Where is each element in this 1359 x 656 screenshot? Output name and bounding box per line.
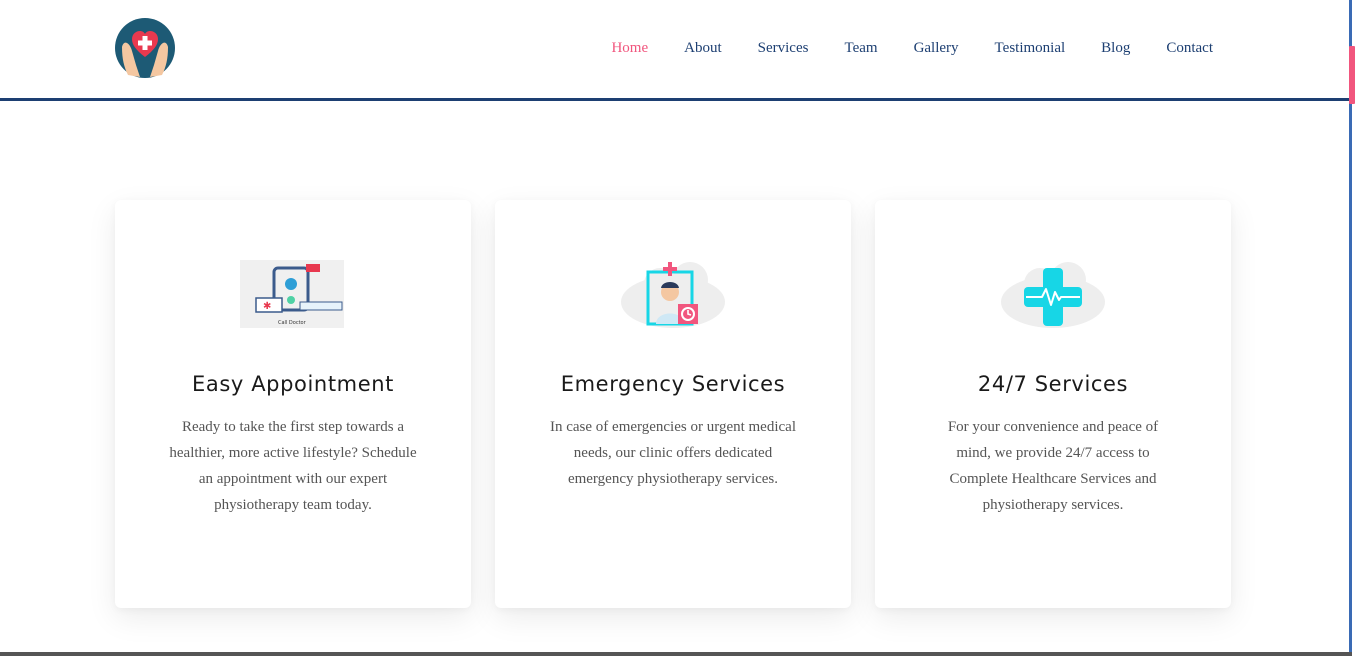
window-bottom-border xyxy=(0,652,1352,656)
scrollbar-thumb[interactable] xyxy=(1349,46,1355,104)
doctor-clock-icon xyxy=(618,258,728,332)
feature-card-emergency: Emergency Services In case of emergencie… xyxy=(495,200,851,608)
heart-hands-icon[interactable] xyxy=(114,17,176,79)
card-title: Easy Appointment xyxy=(192,372,394,396)
medical-cross-heartbeat-icon xyxy=(998,258,1108,332)
call-doctor-icon: ✱ Call Doctor xyxy=(238,258,348,332)
nav-item-testimonial[interactable]: Testimonial xyxy=(995,38,1066,58)
nav-item-team[interactable]: Team xyxy=(844,38,877,58)
feature-card-247: 24/7 Services For your convenience and p… xyxy=(875,200,1231,608)
feature-cards: ✱ Call Doctor Easy Appointment Ready to … xyxy=(115,200,1231,608)
nav-item-about[interactable]: About xyxy=(684,38,722,58)
card-text: In case of emergencies or urgent medical… xyxy=(549,419,796,487)
card-title: 24/7 Services xyxy=(977,372,1129,396)
site-header: Home About Services Team Gallery Testimo… xyxy=(0,0,1349,101)
nav-item-contact[interactable]: Contact xyxy=(1166,38,1213,58)
card-text: Ready to take the first step towards a h… xyxy=(169,419,417,513)
nav-item-services[interactable]: Services xyxy=(758,38,809,58)
main-nav: Home About Services Team Gallery Testimo… xyxy=(575,38,1213,58)
nav-item-home[interactable]: Home xyxy=(611,38,648,58)
call-doctor-caption: Call Doctor xyxy=(278,320,307,326)
card-title: Emergency Services xyxy=(560,372,786,396)
nav-item-gallery[interactable]: Gallery xyxy=(914,38,959,58)
nav-item-blog[interactable]: Blog xyxy=(1101,38,1130,58)
svg-text:✱: ✱ xyxy=(263,301,271,312)
feature-card-appointment: ✱ Call Doctor Easy Appointment Ready to … xyxy=(115,200,471,608)
card-text: For your convenience and peace of mind, … xyxy=(947,419,1159,513)
